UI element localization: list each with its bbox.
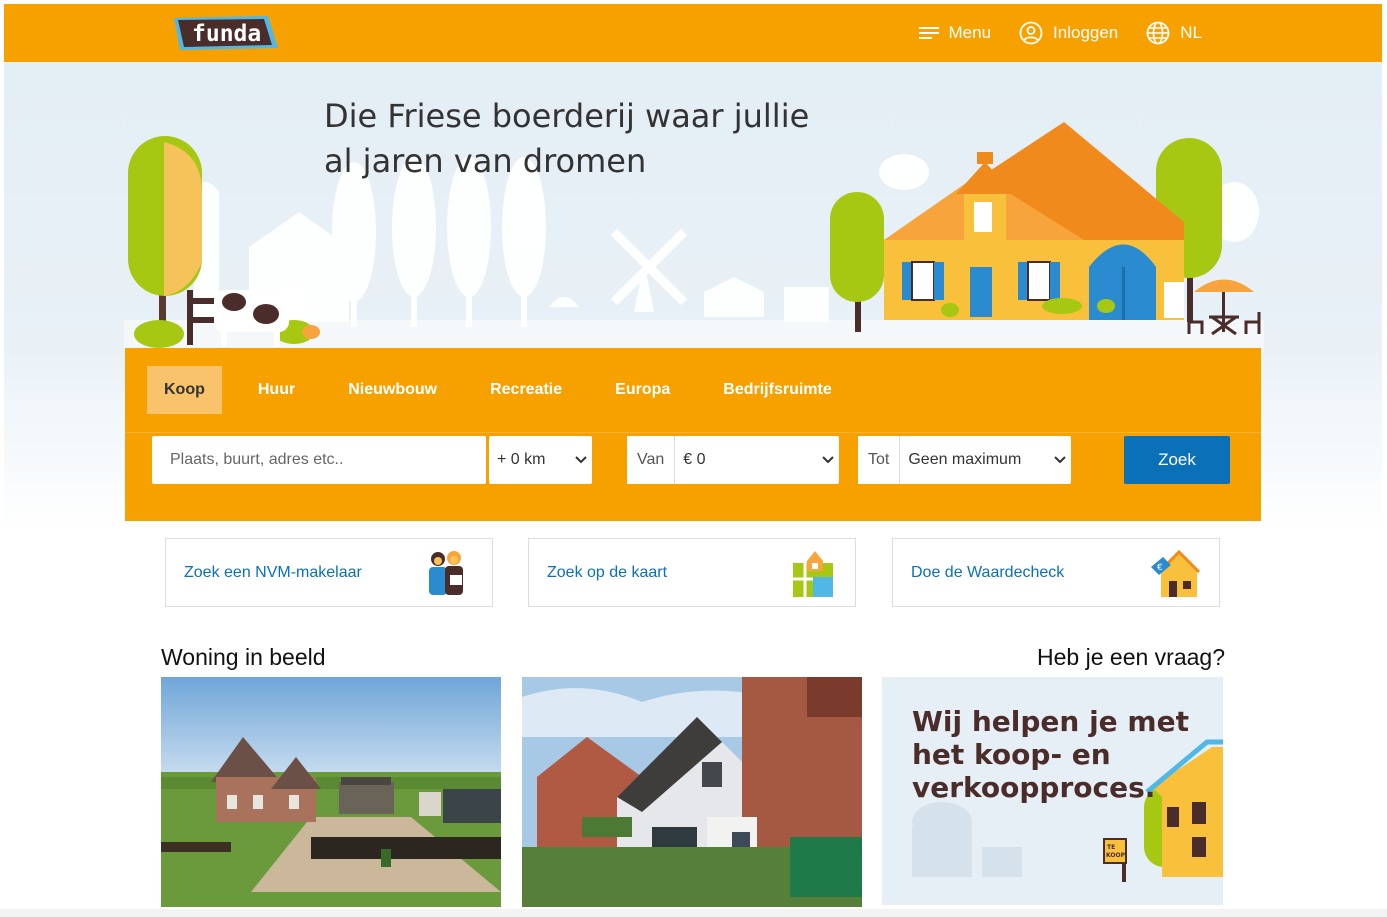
tab-recreatie[interactable]: Recreatie xyxy=(473,366,579,414)
promo-text: Wij helpen je met het koop- en verkooppr… xyxy=(912,705,1189,804)
language-button[interactable]: NL xyxy=(1146,21,1202,45)
house-value-icon: € xyxy=(1151,549,1201,597)
farmhouse-photo xyxy=(161,677,501,907)
radius-select[interactable]: + 0 km xyxy=(489,436,592,484)
featured-title: Woning in beeld xyxy=(161,644,326,670)
radius-value: + 0 km xyxy=(497,451,546,468)
language-label: NL xyxy=(1180,23,1202,42)
svg-text:TE: TE xyxy=(1107,844,1115,851)
promo-line3: verkoopproces. xyxy=(912,771,1156,804)
hero-title-line2: al jaren van dromen xyxy=(324,142,647,180)
question-title: Heb je een vraag? xyxy=(1037,644,1225,670)
bottom-edge xyxy=(0,909,1387,917)
house-photo xyxy=(522,677,862,907)
tab-bedrijfsruimte[interactable]: Bedrijfsruimte xyxy=(706,366,848,414)
chevron-down-icon xyxy=(817,456,839,464)
price-to-label: Tot xyxy=(858,436,901,484)
agents-icon xyxy=(429,550,463,595)
featured-home-photo-1[interactable] xyxy=(161,677,501,907)
location-search-input[interactable] xyxy=(152,436,486,484)
quick-link-label: Doe de Waardecheck xyxy=(911,563,1065,581)
menu-button[interactable]: Menu xyxy=(918,23,992,43)
quick-link-waardecheck[interactable]: Doe de Waardecheck € xyxy=(892,538,1220,607)
promo-line2: het koop- en xyxy=(912,738,1111,771)
panel-divider xyxy=(125,432,1261,433)
user-icon xyxy=(1019,21,1043,45)
site-header: funda Menu Inloggen NL xyxy=(4,4,1382,62)
price-from-value: € 0 xyxy=(683,451,706,468)
search-panel: Koop Huur Nieuwbouw Recreatie Europa Bed… xyxy=(125,348,1261,521)
price-to-value: Geen maximum xyxy=(908,451,1022,468)
quick-link-makelaar[interactable]: Zoek een NVM-makelaar xyxy=(165,538,493,607)
hero-title-line1: Die Friese boerderij waar jullie xyxy=(324,97,810,135)
map-icon xyxy=(793,550,833,597)
hero-title: Die Friese boerderij waar jullie al jare… xyxy=(324,94,809,184)
promo-line1: Wij helpen je met xyxy=(912,705,1189,738)
featured-home-photo-2[interactable] xyxy=(522,677,862,907)
quick-link-kaart[interactable]: Zoek op de kaart xyxy=(528,538,856,607)
chevron-down-icon xyxy=(570,456,592,464)
price-to-select[interactable]: Tot Geen maximum xyxy=(858,436,1071,484)
quick-link-label: Zoek een NVM-makelaar xyxy=(184,563,362,581)
hamburger-icon xyxy=(918,27,939,39)
tab-europa[interactable]: Europa xyxy=(598,366,687,414)
browser-viewport: funda Menu Inloggen NL Die Friese boerde… xyxy=(4,4,1382,909)
svg-text:funda: funda xyxy=(192,21,261,47)
search-button[interactable]: Zoek xyxy=(1124,436,1230,484)
menu-label: Menu xyxy=(948,23,992,42)
tab-koop[interactable]: Koop xyxy=(147,366,222,414)
header-nav: Menu Inloggen NL xyxy=(918,4,1383,62)
tab-huur[interactable]: Huur xyxy=(241,366,312,414)
login-button[interactable]: Inloggen xyxy=(1019,21,1118,45)
price-from-select[interactable]: Van € 0 xyxy=(627,436,839,484)
search-tabs: Koop Huur Nieuwbouw Recreatie Europa Bed… xyxy=(147,366,868,414)
svg-text:€: € xyxy=(1157,563,1163,573)
price-from-label: Van xyxy=(627,436,676,484)
funda-logo[interactable]: funda xyxy=(172,14,280,52)
globe-icon xyxy=(1146,21,1170,45)
quick-link-label: Zoek op de kaart xyxy=(547,563,668,581)
svg-text:KOOP: KOOP xyxy=(1106,852,1126,859)
tab-nieuwbouw[interactable]: Nieuwbouw xyxy=(331,366,454,414)
hero-banner: Die Friese boerderij waar jullie al jare… xyxy=(4,62,1382,352)
help-promo-card[interactable]: TE KOOP Wij helpen je met het koop- en v… xyxy=(882,677,1223,905)
chevron-down-icon xyxy=(1049,456,1071,464)
login-label: Inloggen xyxy=(1053,23,1119,42)
